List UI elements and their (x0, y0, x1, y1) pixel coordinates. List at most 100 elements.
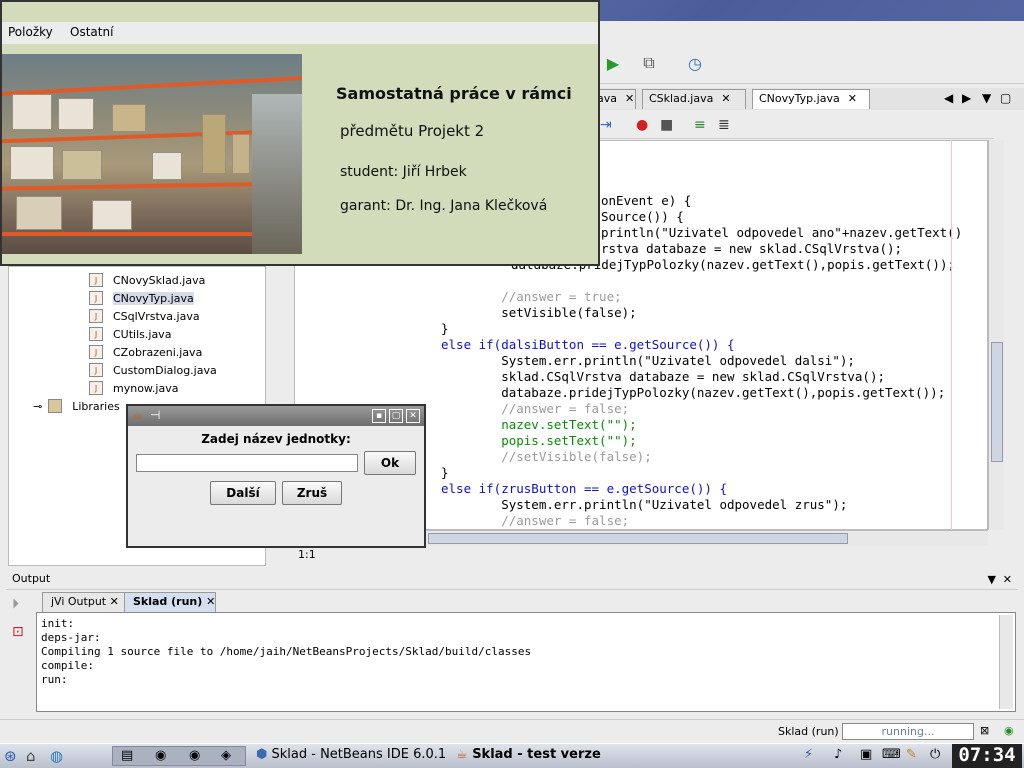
menu-ostatni[interactable]: Ostatní (70, 25, 113, 39)
close-icon[interactable]: ✕ (625, 92, 634, 105)
maximize-icon[interactable]: ▢ (389, 409, 403, 423)
editor-tabs: ava ✕ CSklad.java ✕ CNovyTyp.java ✕ ◀ ▶ ▼ ▢ (590, 88, 1024, 110)
desktop-icon[interactable]: ◈ (221, 748, 231, 763)
ok-button[interactable]: Ok (364, 451, 416, 475)
tray-update-icon[interactable]: ✎ (906, 747, 917, 762)
tray-clipboard-icon[interactable]: ▣ (860, 747, 872, 762)
code-line: else if(dalsiButton == e.getSource()) { (441, 337, 735, 352)
java-file-icon: J (89, 345, 103, 359)
tree-item[interactable]: J CNovyTyp.java (89, 291, 194, 305)
tray-volume-icon[interactable]: ♪ (834, 747, 842, 762)
menubar: Položky Ostatní (2, 22, 598, 44)
desktop-icon[interactable]: ◉ (155, 748, 166, 763)
java-icon: ☕ (456, 747, 468, 762)
comment-icon[interactable]: ≡ (694, 117, 706, 133)
next-icon[interactable]: ⇥ (600, 117, 612, 133)
taskbar-item-label: Sklad - NetBeans IDE 6.0.1 (271, 747, 447, 762)
clock[interactable]: 07:34 (952, 744, 1022, 768)
code-line: nazev.setText(""); (441, 417, 637, 432)
code-line: //answer = true; (441, 289, 622, 304)
rerun-icon[interactable]: ⏵ (12, 596, 19, 612)
minimize-panel-icon[interactable]: ▼ (988, 573, 996, 586)
code-line: else if(zrusButton == e.getSource()) { (441, 481, 727, 496)
tab-csklad[interactable]: CSklad.java ✕ (642, 89, 746, 109)
tab-jvi-output[interactable]: jVi Output ✕ (42, 592, 126, 612)
menu-polozky[interactable]: Položky (8, 25, 53, 39)
tray-keyboard-icon[interactable]: ⌨ (882, 747, 901, 762)
close-icon[interactable]: ✕ (721, 92, 730, 105)
editor-horizontal-scrollbar[interactable] (370, 530, 988, 546)
tree-item[interactable]: J CUtils.java (89, 327, 171, 341)
dialog-titlebar[interactable]: ☕ ⊣ ▪ ▢ ✕ (128, 406, 424, 426)
unit-name-input[interactable] (136, 454, 358, 472)
tree-item[interactable]: J CustomDialog.java (89, 363, 217, 377)
browser-icon[interactable]: ◍ (50, 747, 63, 765)
code-text: println("Uzivatel odpovedel ano"+nazev.g… (601, 225, 963, 240)
input-dialog: ☕ ⊣ ▪ ▢ ✕ Zadej název jednotky: Ok Další… (126, 404, 426, 548)
desktop-switcher[interactable]: ▤ ◉ ◉ ◈ (112, 746, 246, 766)
tab-sklad-run[interactable]: Sklad (run) ✕ (124, 592, 216, 612)
code-line: //answer = false; (441, 513, 630, 528)
output-line: compile: (41, 659, 94, 672)
chevron-down-icon[interactable]: ▼ (982, 91, 991, 105)
record-macro-icon[interactable]: ● (636, 117, 648, 133)
start-menu-icon[interactable]: ⊛ (4, 747, 17, 765)
close-icon[interactable]: ✕ (206, 595, 215, 608)
scroll-thumb[interactable] (991, 342, 1003, 462)
code-line: Source()) { (601, 209, 684, 224)
scroll-left-icon[interactable]: ◀ (944, 91, 953, 105)
tree-item-label: CNovySklad.java (113, 273, 206, 287)
window-menu-icon[interactable]: ⊣ (150, 408, 160, 422)
scroll-right-icon[interactable]: ▶ (962, 91, 971, 105)
cancel-icon[interactable]: ⊠ (980, 724, 989, 737)
tree-item-libraries[interactable]: ⊸ Libraries (33, 399, 120, 413)
home-icon[interactable]: ⌂ (26, 747, 36, 765)
tree-item-label: mynow.java (113, 381, 179, 395)
tree-item-label: CZobrazeni.java (113, 345, 203, 359)
close-icon[interactable]: ✕ (1003, 573, 1012, 586)
tree-item-label: CUtils.java (113, 327, 172, 341)
tree-item-label: CustomDialog.java (113, 363, 217, 377)
code-line: System.err.println("Uzivatel odpovedel d… (441, 353, 855, 368)
minimize-icon[interactable]: ▪ (372, 409, 386, 423)
tree-item[interactable]: Jmynow.java (89, 381, 178, 395)
tree-item[interactable]: J CZobrazeni.java (89, 345, 202, 359)
netbeans-icon: ⬢ (256, 747, 268, 762)
java-file-icon: J (89, 273, 103, 287)
tree-item[interactable]: J CSqlVrstva.java (89, 309, 200, 323)
code-line: onEvent e) { (601, 193, 692, 208)
tray-power-icon[interactable]: ⏻ (930, 747, 940, 762)
output-tabs: jVi Output ✕ Sklad (run) ✕ (36, 592, 1016, 612)
desktop-icon[interactable]: ◉ (189, 748, 200, 763)
tab-cnovytyp[interactable]: CNovyTyp.java ✕ (752, 89, 870, 109)
taskbar-app-button[interactable]: ☕ Sklad - test verze (456, 747, 601, 762)
uncomment-icon[interactable]: ≣ (718, 117, 730, 133)
close-icon[interactable]: ✕ (110, 595, 119, 608)
taskbar-ide-button[interactable]: ⬢ Sklad - NetBeans IDE 6.0.1 (256, 747, 446, 762)
expand-icon[interactable]: ⊸ (33, 400, 42, 413)
stop-icon[interactable]: ⊡ (12, 624, 24, 640)
code-line: System.err.println("Uzivatel odpovedel z… (441, 497, 848, 512)
maximize-icon[interactable]: ▢ (1000, 91, 1011, 105)
debug-icon[interactable]: ⧉ (638, 52, 660, 74)
tree-item[interactable]: J CNovySklad.java (89, 273, 205, 287)
tray-network-icon[interactable]: ⚡ (804, 747, 813, 762)
ide-statusbar: Sklad (run) running... ⊠ ◉ (0, 719, 1024, 743)
close-icon[interactable]: ✕ (848, 92, 857, 105)
profile-icon[interactable]: ◷ (684, 52, 706, 74)
next-button[interactable]: Další (210, 481, 276, 505)
cancel-button[interactable]: Zruš (282, 481, 342, 505)
editor-vertical-scrollbar[interactable] (988, 140, 1004, 530)
output-scrollbar[interactable] (999, 615, 1013, 709)
close-icon[interactable]: ✕ (406, 409, 420, 423)
tab-label: Sklad (run) (133, 595, 203, 608)
code-line: databaze.pridejTypPolozky(nazev.getText(… (441, 385, 946, 400)
java-file-icon: J (89, 363, 103, 377)
stop-macro-icon[interactable]: ■ (660, 117, 673, 133)
code-line: setVisible(false); (441, 305, 637, 320)
output-console[interactable]: init: deps-jar: Compiling 1 source file … (36, 612, 1016, 712)
output-line: deps-jar: (41, 631, 101, 644)
desktop-icon[interactable]: ▤ (121, 748, 133, 763)
run-icon[interactable]: ▶ (602, 52, 624, 74)
scroll-thumb[interactable] (428, 533, 848, 544)
